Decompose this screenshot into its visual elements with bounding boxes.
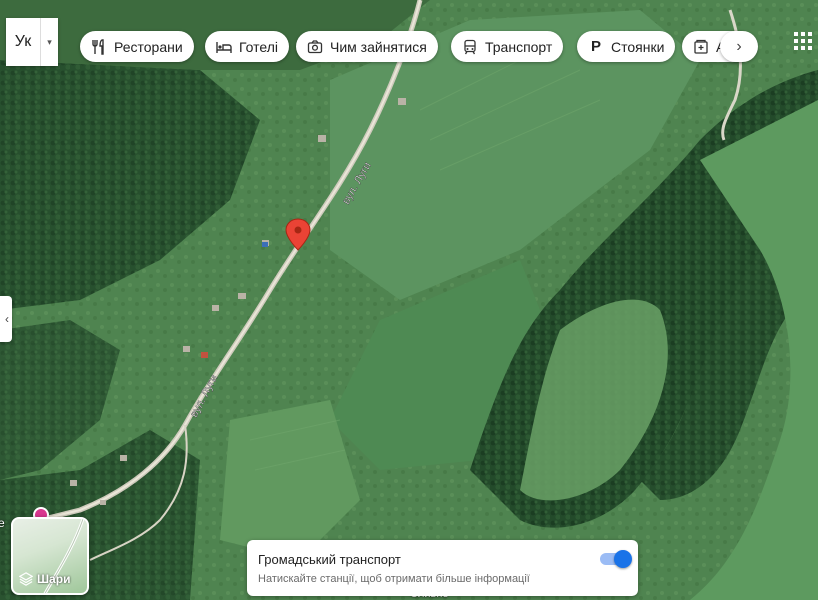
layers-icon <box>19 572 33 586</box>
chip-label: Чим зайнятися <box>330 38 427 55</box>
chip-label: Готелі <box>239 38 278 55</box>
apps-grid-icon[interactable] <box>793 31 813 51</box>
transit-card-title: Громадський транспорт <box>258 552 401 567</box>
language-selector[interactable]: Ук ▾ <box>6 18 58 66</box>
chip-parking[interactable]: P Стоянки <box>577 31 676 62</box>
chip-hotels[interactable]: Готелі <box>205 31 289 62</box>
place-label-fragment: е <box>0 516 5 530</box>
language-code: Ук <box>6 18 41 66</box>
scroll-chips-right-button[interactable]: › <box>720 31 758 62</box>
chevron-right-icon: › <box>736 37 742 55</box>
public-transit-card: Громадський транспорт Натискайте станції… <box>247 540 638 596</box>
chevron-left-icon: ‹ <box>5 312 9 326</box>
chip-label: Транспорт <box>485 38 553 55</box>
chevron-down-icon: ▾ <box>47 36 52 47</box>
hotel-icon <box>215 38 233 56</box>
chip-things-to-do[interactable]: Чим зайнятися <box>296 31 438 62</box>
transit-toggle[interactable] <box>600 550 632 568</box>
chip-label: Стоянки <box>611 38 665 55</box>
side-panel-toggle[interactable]: ‹ <box>0 296 12 342</box>
layers-label: Шари <box>37 572 71 586</box>
chip-label: Ресторани <box>114 38 183 55</box>
chip-transit[interactable]: Транспорт <box>451 31 564 62</box>
layers-button[interactable]: Шари <box>11 517 89 595</box>
chip-restaurants[interactable]: Ресторани <box>80 31 194 62</box>
camera-icon <box>306 38 324 56</box>
restaurant-icon <box>90 38 108 56</box>
pharmacy-icon <box>692 38 710 56</box>
satellite-map[interactable]: вул. Луги вул. Луги <box>0 0 818 600</box>
transit-icon <box>461 38 479 56</box>
parking-icon: P <box>590 38 601 55</box>
transit-card-subtitle: Натискайте станції, щоб отримати більше … <box>258 573 530 585</box>
